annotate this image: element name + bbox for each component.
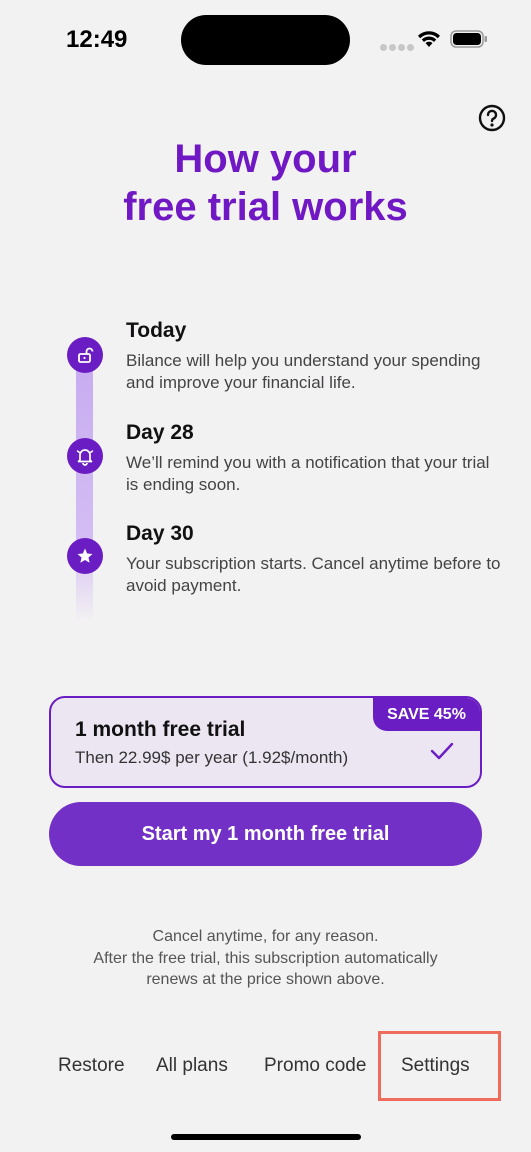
star-icon (67, 538, 103, 574)
settings-highlight-box (378, 1031, 501, 1101)
start-trial-button[interactable]: Start my 1 month free trial (49, 802, 482, 866)
step-title: Day 30 (126, 522, 194, 545)
page-title: How your free trial works (0, 135, 531, 231)
disclaimer-line-2: After the free trial, this subscription … (93, 949, 438, 967)
all-plans-link[interactable]: All plans (156, 1055, 228, 1077)
cellular-signal-icon (380, 38, 416, 56)
disclaimer-line-3: renews at the price shown above. (146, 971, 385, 988)
title-line-1: How your (174, 137, 357, 181)
step-title: Today (126, 319, 187, 342)
disclaimer-text: Cancel anytime, for any reason. After th… (0, 926, 531, 991)
step-description: We’ll remind you with a notification tha… (126, 453, 490, 494)
plan-option-card[interactable]: 1 month free trial Then 22.99$ per year … (49, 696, 482, 788)
step-description: Your subscription starts. Cancel anytime… (126, 554, 501, 595)
promo-code-link[interactable]: Promo code (264, 1055, 366, 1077)
timeline-step-day-28: Day 28 We’ll remind you with a notificat… (126, 420, 506, 496)
step-title: Day 28 (126, 421, 194, 444)
checkmark-icon (430, 742, 454, 765)
plan-name: 1 month free trial (75, 718, 246, 741)
unlock-icon (67, 337, 103, 373)
battery-icon (450, 30, 488, 53)
disclaimer-line-1: Cancel anytime, for any reason. (152, 928, 379, 945)
timeline-track (76, 340, 93, 622)
wifi-icon (417, 30, 441, 53)
help-icon[interactable] (478, 104, 506, 132)
save-badge: SAVE 45% (373, 698, 480, 731)
home-indicator[interactable] (171, 1134, 361, 1140)
restore-link[interactable]: Restore (58, 1055, 125, 1077)
bell-icon (67, 438, 103, 474)
title-line-2: free trial works (123, 185, 408, 229)
step-description: Bilance will help you understand your sp… (126, 351, 481, 392)
status-time: 12:49 (66, 26, 128, 53)
dynamic-island (181, 15, 350, 65)
timeline-step-today: Today Bilance will help you understand y… (126, 318, 506, 394)
timeline-step-day-30: Day 30 Your subscription starts. Cancel … (126, 521, 506, 597)
plan-price: Then 22.99$ per year (1.92$/month) (75, 748, 349, 767)
